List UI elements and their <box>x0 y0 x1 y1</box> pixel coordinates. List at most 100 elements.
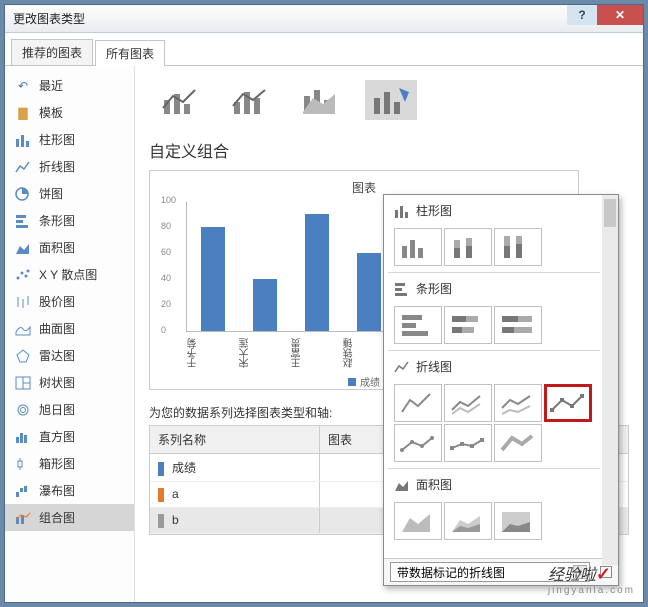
sidebar-item-label: 组合图 <box>39 509 75 526</box>
thumb-line-3d[interactable] <box>494 424 542 462</box>
watermark-check-icon: ✓ <box>596 564 611 584</box>
ytick: 20 <box>161 299 171 309</box>
watermark-sub: jingyanla.com <box>548 585 635 596</box>
thumb-line-with-markers[interactable] <box>544 384 592 422</box>
sidebar-item-waterfall[interactable]: 瀑布图 <box>5 477 134 504</box>
sidebar-item-histogram[interactable]: 直方图 <box>5 423 134 450</box>
watermark-text: 经验啦 <box>548 567 596 584</box>
sidebar-item-label: 面积图 <box>39 239 75 256</box>
sidebar-item-label: 饼图 <box>39 185 63 202</box>
folder-icon: ▇ <box>15 106 31 120</box>
sidebar-item-label: X Y 散点图 <box>39 266 97 283</box>
help-button[interactable]: ? <box>567 5 597 25</box>
sidebar-item-templates[interactable]: ▇ 模板 <box>5 99 134 126</box>
popup-section-column: 柱形图 <box>388 195 600 226</box>
main-pane: 自定义组合 图表 0 20 40 60 80 100 于予菊 宋大莲 王富贵 赵… <box>135 66 643 602</box>
thumb-column-clustered[interactable] <box>394 228 442 266</box>
sidebar-item-stock[interactable]: 股价图 <box>5 288 134 315</box>
thumb-area-stacked[interactable] <box>444 502 492 540</box>
sidebar-item-box[interactable]: 箱形图 <box>5 450 134 477</box>
recent-icon: ↶ <box>15 79 31 93</box>
thumb-line-stacked[interactable] <box>444 384 492 422</box>
thumb-bar-clustered[interactable] <box>394 306 442 344</box>
sidebar-item-recent[interactable]: ↶最近 <box>5 72 134 99</box>
watermark: 经验啦✓ jingyanla.com <box>548 561 635 596</box>
dialog-window: 更改图表类型 ? ✕ 推荐的图表 所有图表 ↶最近 ▇ 模板 柱形图 折线图 饼图… <box>4 4 644 603</box>
sidebar-item-line[interactable]: 折线图 <box>5 153 134 180</box>
dropdown-value: 带数据标记的折线图 <box>397 564 505 581</box>
sidebar-item-label: 折线图 <box>39 158 75 175</box>
thumb-bar-100stacked[interactable] <box>494 306 542 344</box>
ytick: 0 <box>161 325 166 335</box>
xlabel: 王富贵 <box>290 336 342 370</box>
sidebar-item-column[interactable]: 柱形图 <box>5 126 134 153</box>
sidebar-item-area[interactable]: 面积图 <box>5 234 134 261</box>
sidebar-item-combo[interactable]: 组合图 <box>5 504 134 531</box>
xlabel: 宋大莲 <box>238 336 290 370</box>
sidebar-item-sunburst[interactable]: 旭日图 <box>5 396 134 423</box>
sidebar-item-label: 模板 <box>39 104 63 121</box>
col-name: 系列名称 <box>150 426 320 453</box>
combo-type-row <box>149 76 629 134</box>
sidebar-item-treemap[interactable]: 树状图 <box>5 369 134 396</box>
bar-chart-icon <box>394 282 410 296</box>
sidebar-item-surface[interactable]: 曲面图 <box>5 315 134 342</box>
series-swatch <box>158 488 164 502</box>
series-name: 成绩 <box>172 461 196 475</box>
combo-type-1[interactable] <box>155 80 207 120</box>
sidebar-item-label: 树状图 <box>39 374 75 391</box>
scrollbar-thumb[interactable] <box>604 199 616 227</box>
sidebar-item-scatter[interactable]: X Y 散点图 <box>5 261 134 288</box>
ytick: 100 <box>161 195 176 205</box>
sidebar-item-label: 旭日图 <box>39 401 75 418</box>
ytick: 80 <box>161 221 171 231</box>
section-label: 折线图 <box>416 358 452 375</box>
thumb-line-100stacked-markers[interactable] <box>444 424 492 462</box>
stock-chart-icon <box>15 295 31 309</box>
radar-chart-icon <box>15 349 31 363</box>
series-swatch <box>158 462 164 476</box>
thumb-area[interactable] <box>394 502 442 540</box>
area-chart-icon <box>15 241 31 255</box>
thumb-column-stacked[interactable] <box>444 228 492 266</box>
section-label: 条形图 <box>416 280 452 297</box>
close-button[interactable]: ✕ <box>597 5 643 25</box>
tab-bar: 推荐的图表 所有图表 <box>5 33 643 66</box>
popup-section-area: 面积图 <box>388 468 600 500</box>
preview-bar <box>357 253 381 331</box>
tab-recommended[interactable]: 推荐的图表 <box>11 39 93 65</box>
thumb-bar-stacked[interactable] <box>444 306 492 344</box>
sidebar-item-bar[interactable]: 条形图 <box>5 207 134 234</box>
histogram-icon <box>15 430 31 444</box>
sidebar-item-pie[interactable]: 饼图 <box>5 180 134 207</box>
sidebar-item-label: 箱形图 <box>39 455 75 472</box>
tab-all-charts[interactable]: 所有图表 <box>95 40 165 66</box>
series-swatch <box>158 514 164 528</box>
popup-section-bar: 条形图 <box>388 272 600 304</box>
ytick: 60 <box>161 247 171 257</box>
combo-type-3[interactable] <box>295 80 347 120</box>
thumb-line-100stacked[interactable] <box>494 384 542 422</box>
thumb-area-100stacked[interactable] <box>494 502 542 540</box>
line-chart-icon <box>394 360 410 374</box>
combo-type-custom[interactable] <box>365 80 417 120</box>
section-label: 面积图 <box>416 476 452 493</box>
surface-chart-icon <box>15 322 31 336</box>
popup-scrollbar[interactable] <box>602 195 618 565</box>
combo-type-2[interactable] <box>225 80 277 120</box>
sidebar-item-radar[interactable]: 雷达图 <box>5 342 134 369</box>
box-plot-icon <box>15 457 31 471</box>
thumb-line[interactable] <box>394 384 442 422</box>
xlabel: 于予菊 <box>186 336 238 370</box>
line-chart-icon <box>15 160 31 174</box>
sidebar-item-label: 股价图 <box>39 293 75 310</box>
dialog-body: ↶最近 ▇ 模板 柱形图 折线图 饼图 条形图 面积图 X Y 散点图 股价图 曲… <box>5 66 643 602</box>
titlebar: 更改图表类型 ? ✕ <box>5 5 643 33</box>
preview-bar <box>253 279 277 331</box>
thumb-line-stacked-markers[interactable] <box>394 424 442 462</box>
thumb-column-100stacked[interactable] <box>494 228 542 266</box>
main-title: 自定义组合 <box>149 134 629 170</box>
scatter-chart-icon <box>15 268 31 282</box>
chart-type-popup: 柱形图 条形图 折线图 <box>383 194 619 586</box>
treemap-icon <box>15 376 31 390</box>
